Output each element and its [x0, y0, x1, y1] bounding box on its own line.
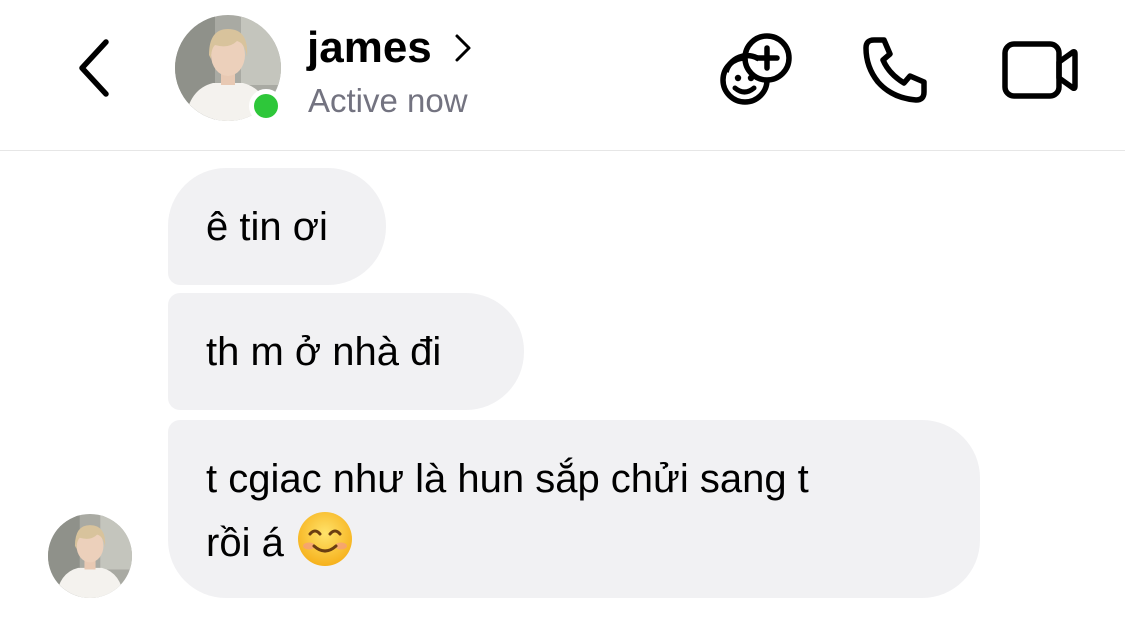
audio-call-button[interactable]: [856, 32, 936, 108]
contact-name-link[interactable]: james: [307, 20, 472, 76]
phone-icon: [863, 37, 927, 103]
contact-name: james: [307, 23, 432, 72]
message-text-line-2: rồi á: [206, 510, 942, 572]
message-bubble[interactable]: th m ở nhà đi: [168, 293, 524, 410]
chevron-right-icon: [454, 33, 472, 63]
message-bubble[interactable]: ê tin ơi: [168, 168, 386, 285]
smiling-face-icon: [296, 510, 354, 568]
back-button[interactable]: [64, 30, 124, 106]
message-text: rồi á: [206, 521, 284, 565]
games-button[interactable]: [716, 32, 796, 108]
sender-avatar[interactable]: [48, 514, 132, 598]
message-bubble[interactable]: t cgiac như là hun sắp chửi sang t rồi á: [168, 420, 980, 598]
active-status: Active now: [308, 82, 468, 119]
game-controller-add-icon: [720, 33, 792, 105]
message-text: ê tin ơi: [206, 204, 328, 249]
contact-avatar[interactable]: [175, 15, 283, 123]
message-text-line: t cgiac như là hun sắp chửi sang t: [206, 457, 809, 501]
video-call-button[interactable]: [1000, 32, 1080, 108]
chat-header: james Active now: [0, 0, 1125, 151]
video-camera-icon: [1002, 41, 1078, 99]
online-status-dot: [249, 89, 283, 123]
message-text: th m ở nhà đi: [206, 329, 442, 374]
chat-screen: james Active now ê tin ơi th m ở nhà đi …: [0, 0, 1125, 628]
chevron-left-icon: [79, 39, 109, 97]
